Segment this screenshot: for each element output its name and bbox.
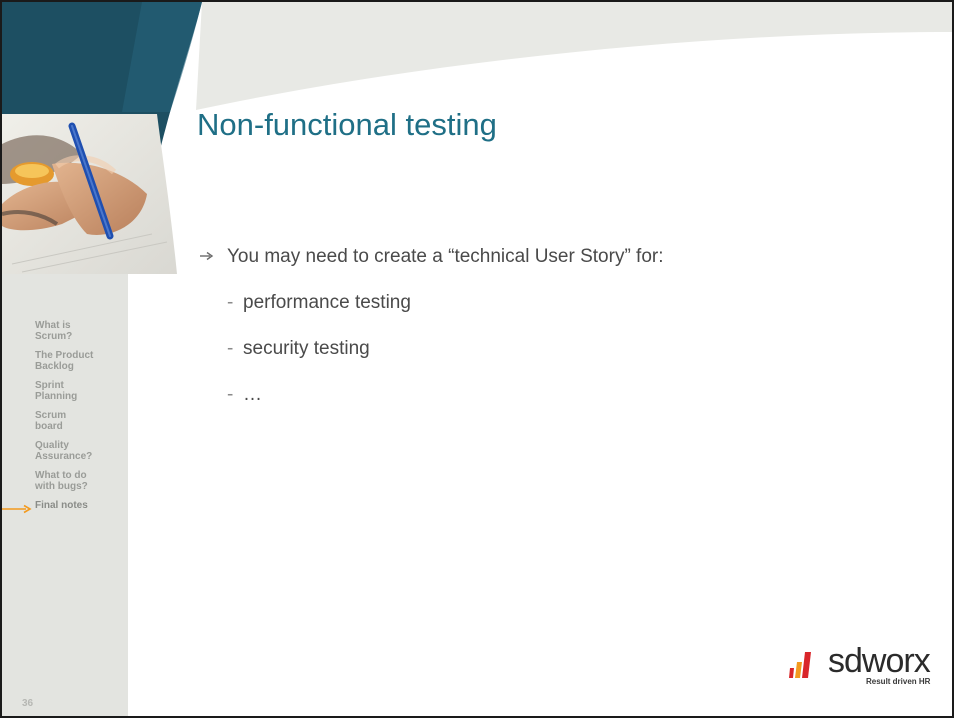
slide-title: Non-functional testing (197, 107, 497, 142)
sub-bullet-dash: - (227, 384, 234, 405)
logo-bars-icon (789, 652, 811, 678)
sub-bullet-text: performance testing (243, 292, 411, 313)
bullet-arrow-icon (200, 251, 214, 261)
light-backdrop (196, 2, 952, 110)
sdworx-logo: sdworx Result driven HR (788, 642, 938, 692)
sub-bullet-dash: - (227, 338, 234, 359)
nav-item-what-is-scrum[interactable]: What is Scrum? (35, 320, 130, 342)
page-number: 36 (22, 698, 34, 709)
bullet-text: You may need to create a “technical User… (227, 246, 664, 267)
nav-item-quality-assurance[interactable]: Quality Assurance? (35, 440, 130, 462)
slide: What is Scrum? The Product Backlog Sprin… (0, 0, 954, 718)
logo-wordmark: sdworx (828, 642, 931, 680)
current-section-arrow-icon (2, 504, 32, 514)
logo-tagline: Result driven HR (866, 677, 931, 686)
sub-bullet-text: … (243, 384, 262, 405)
sub-bullet-dash: - (227, 292, 234, 313)
nav-item-sprint-planning[interactable]: Sprint Planning (35, 380, 130, 402)
nav-item-final-notes[interactable]: Final notes (2, 500, 130, 514)
nav-item-scrum-board[interactable]: Scrum board (35, 410, 130, 432)
nav-item-what-to-do-with-bugs[interactable]: What to do with bugs? (35, 470, 130, 492)
sub-bullet-text: security testing (243, 338, 370, 359)
sidebar-nav: What is Scrum? The Product Backlog Sprin… (2, 320, 130, 519)
hand-with-pen-photo (2, 114, 177, 274)
nav-item-product-backlog[interactable]: The Product Backlog (35, 350, 130, 372)
